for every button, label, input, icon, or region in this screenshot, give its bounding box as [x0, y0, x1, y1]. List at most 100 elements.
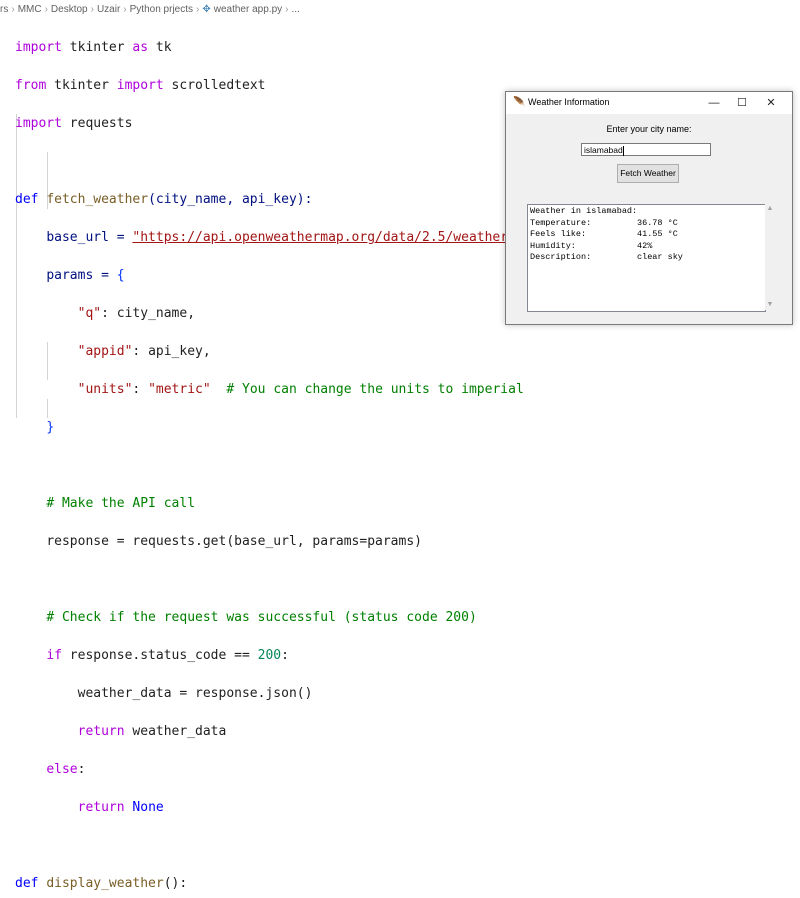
- string-literal: "appid": [77, 344, 133, 359]
- code-line: import requests: [15, 114, 524, 133]
- string-literal: "units": [77, 382, 133, 397]
- row-value: 36.78 °C: [637, 217, 678, 228]
- code-line: def display_weather():: [15, 874, 524, 893]
- chevron-right-icon: ›: [285, 4, 289, 15]
- fetch-weather-button[interactable]: Fetch Weather: [617, 164, 679, 183]
- code-text: tkinter: [46, 78, 117, 93]
- code-line: weather_data = response.json(): [15, 684, 524, 703]
- code-text: weather_data: [124, 724, 227, 739]
- breadcrumb-item[interactable]: rs: [0, 4, 8, 15]
- city-input-value: islamabad: [584, 145, 623, 155]
- keyword: if: [46, 648, 62, 663]
- minimize-button[interactable]: —: [700, 94, 728, 112]
- chevron-right-icon: ›: [90, 4, 94, 15]
- breadcrumb-file[interactable]: weather app.py: [214, 4, 282, 15]
- bracket: {: [116, 268, 125, 283]
- code-line: "appid": api_key,: [15, 342, 524, 361]
- code-line: "q": city_name,: [15, 304, 524, 323]
- code-line: base_url = "https://api.openweathermap.o…: [15, 228, 524, 247]
- code-text: requests: [61, 116, 133, 131]
- string-literal[interactable]: "https://api.openweathermap.org/data/2.5…: [132, 230, 516, 245]
- bracket: }: [46, 420, 55, 435]
- breadcrumb-symbols[interactable]: ...: [291, 4, 299, 15]
- code-text: :: [132, 382, 149, 397]
- breadcrumb-item[interactable]: Uzair: [97, 4, 120, 15]
- code-comment: # Check if the request was successful (s…: [46, 610, 477, 625]
- keyword: from: [15, 78, 47, 93]
- breadcrumb: rs › MMC › Desktop › Uzair › Python prjects › ✥ wea…: [0, 0, 800, 20]
- code-line: else:: [15, 760, 524, 779]
- code-text: weather_data = response.json(): [77, 686, 313, 701]
- scroll-up-icon[interactable]: ▲: [765, 204, 775, 214]
- chevron-right-icon: ›: [123, 4, 127, 15]
- output-row: Temperature: 36.78 °C: [530, 218, 683, 230]
- chevron-right-icon: ›: [196, 4, 200, 15]
- row-label: Feels like:: [530, 229, 587, 239]
- code-text: response = requests.get(base_url, params…: [46, 534, 422, 549]
- code-text: scrolledtext: [163, 78, 266, 93]
- keyword: import: [116, 78, 164, 93]
- text-caret: [622, 145, 624, 156]
- close-button[interactable]: ✕: [757, 94, 785, 112]
- breadcrumb-item[interactable]: Desktop: [51, 4, 88, 15]
- code-line: response = requests.get(base_url, params…: [15, 532, 524, 551]
- code-text: ():: [163, 876, 188, 891]
- code-line: # Make the API call: [15, 494, 524, 513]
- maximize-button[interactable]: ☐: [728, 94, 756, 112]
- breadcrumb-item[interactable]: MMC: [18, 4, 42, 15]
- code-line: import tkinter as tk: [15, 38, 524, 57]
- code-text: response.status_code ==: [61, 648, 258, 663]
- keyword: else: [46, 762, 78, 777]
- string-literal: "q": [77, 306, 102, 321]
- code-line: return None: [15, 798, 524, 817]
- breadcrumb-item[interactable]: Python prjects: [130, 4, 193, 15]
- code-line: "units": "metric" # You can change the u…: [15, 380, 524, 399]
- row-label: Temperature:: [530, 217, 592, 228]
- code-text: tkinter: [61, 40, 133, 55]
- keyword: as: [132, 40, 149, 55]
- python-file-icon: ✥: [202, 4, 211, 15]
- code-line: params = {: [15, 266, 524, 285]
- code-text: : api_key,: [132, 344, 211, 359]
- code-line: if response.status_code == 200:: [15, 646, 524, 665]
- keyword: def: [15, 192, 39, 207]
- row-value: clear sky: [637, 252, 683, 262]
- function-name: fetch_weather: [46, 192, 149, 207]
- code-line: return weather_data: [15, 722, 524, 741]
- window-titlebar[interactable]: 🪶 Weather Information — ☐ ✕: [506, 92, 792, 114]
- row-label: Description:: [530, 252, 592, 262]
- output-row: Humidity: 42%: [530, 241, 683, 253]
- code-comment: # You can change the units to imperial: [210, 382, 524, 397]
- weather-app-window: 🪶 Weather Information — ☐ ✕ Enter your c…: [505, 91, 793, 325]
- city-input[interactable]: islamabad: [581, 143, 711, 156]
- output-row: Description: clear sky: [530, 252, 683, 264]
- code-text: base_url =: [46, 230, 133, 245]
- output-scrollbar[interactable]: ▲ ▼: [765, 204, 775, 310]
- row-label: Humidity:: [530, 240, 576, 251]
- output-row: Feels like: 41.55 °C: [530, 229, 683, 241]
- row-value: 42%: [637, 240, 653, 251]
- code-text: :: [77, 762, 86, 777]
- string-literal: "metric": [148, 382, 211, 397]
- code-text: params =: [46, 268, 117, 283]
- chevron-right-icon: ›: [11, 4, 15, 15]
- weather-output: Weather in islamabad: Temperature: 36.78 …: [530, 206, 683, 264]
- chevron-right-icon: ›: [44, 4, 48, 15]
- code-line: from tkinter import scrolledtext: [15, 76, 524, 95]
- weather-output-textbox[interactable]: Weather in islamabad: Temperature: 36.78 …: [527, 204, 766, 312]
- code-text: : city_name,: [101, 306, 196, 321]
- window-title: Weather Information: [528, 97, 610, 107]
- code-line: }: [15, 418, 524, 437]
- code-text: :: [281, 648, 289, 663]
- number-literal: 200: [257, 648, 282, 663]
- scroll-down-icon[interactable]: ▼: [765, 300, 775, 310]
- code-text: tk: [148, 40, 172, 55]
- code-line: def fetch_weather(city_name, api_key):: [15, 190, 524, 209]
- keyword: import: [15, 116, 62, 131]
- code-comment: # Make the API call: [46, 496, 196, 511]
- code-lines: import tkinter as tk from tkinter import…: [15, 19, 524, 898]
